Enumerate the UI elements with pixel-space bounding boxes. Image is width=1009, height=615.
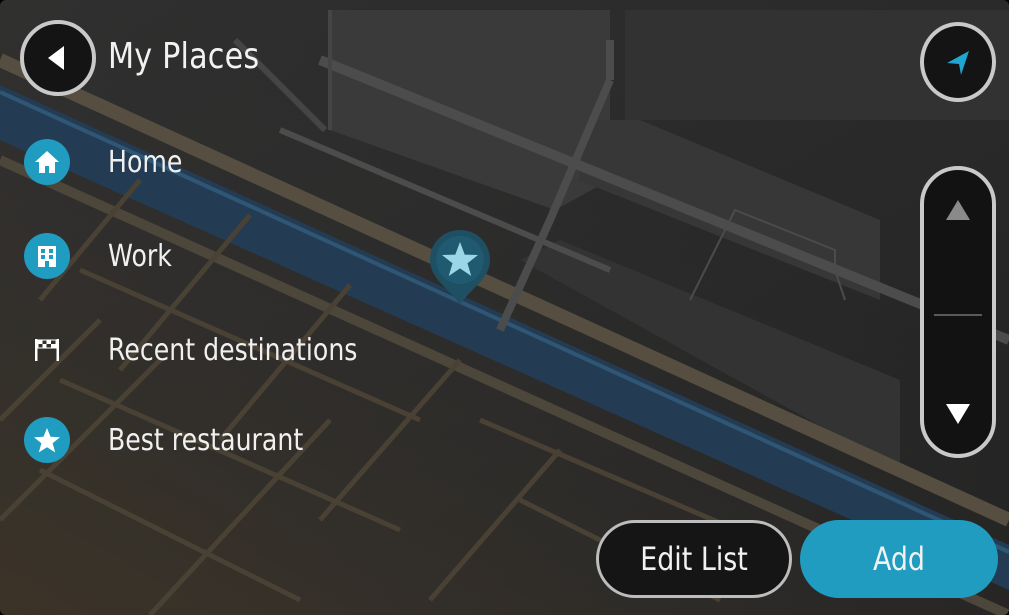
home-icon bbox=[24, 139, 70, 185]
current-location-button[interactable] bbox=[920, 22, 996, 102]
navigation-arrow-icon bbox=[947, 51, 969, 75]
list-item-home[interactable]: Home bbox=[24, 134, 197, 190]
work-icon bbox=[24, 233, 70, 279]
list-item-recent-destinations[interactable]: Recent destinations bbox=[24, 322, 405, 378]
edit-list-label: Edit List bbox=[640, 540, 748, 578]
page-title: My Places bbox=[108, 36, 260, 77]
scroll-up-button[interactable] bbox=[924, 170, 992, 250]
back-arrow-icon bbox=[48, 46, 64, 70]
triangle-down-icon bbox=[946, 404, 970, 424]
edit-list-button[interactable]: Edit List bbox=[596, 520, 792, 598]
list-scrollbar[interactable] bbox=[920, 166, 996, 458]
scroll-position-indicator bbox=[934, 314, 982, 316]
add-button[interactable]: Add bbox=[800, 520, 998, 598]
triangle-up-icon bbox=[946, 200, 970, 220]
back-button[interactable] bbox=[20, 20, 96, 96]
list-item-label: Home bbox=[108, 144, 183, 180]
add-label: Add bbox=[872, 540, 926, 578]
favorite-map-marker[interactable] bbox=[428, 228, 492, 306]
list-item-label: Recent destinations bbox=[108, 332, 358, 368]
checkered-flag-icon bbox=[24, 327, 70, 373]
scroll-down-button[interactable] bbox=[924, 374, 992, 454]
list-item-label: Best restaurant bbox=[108, 422, 304, 458]
list-item-work[interactable]: Work bbox=[24, 228, 184, 284]
list-item-best-restaurant[interactable]: Best restaurant bbox=[24, 412, 340, 468]
my-places-screen: My Places Home Work Recent destinations … bbox=[0, 0, 1009, 615]
star-icon bbox=[24, 417, 70, 463]
list-item-label: Work bbox=[108, 238, 172, 274]
